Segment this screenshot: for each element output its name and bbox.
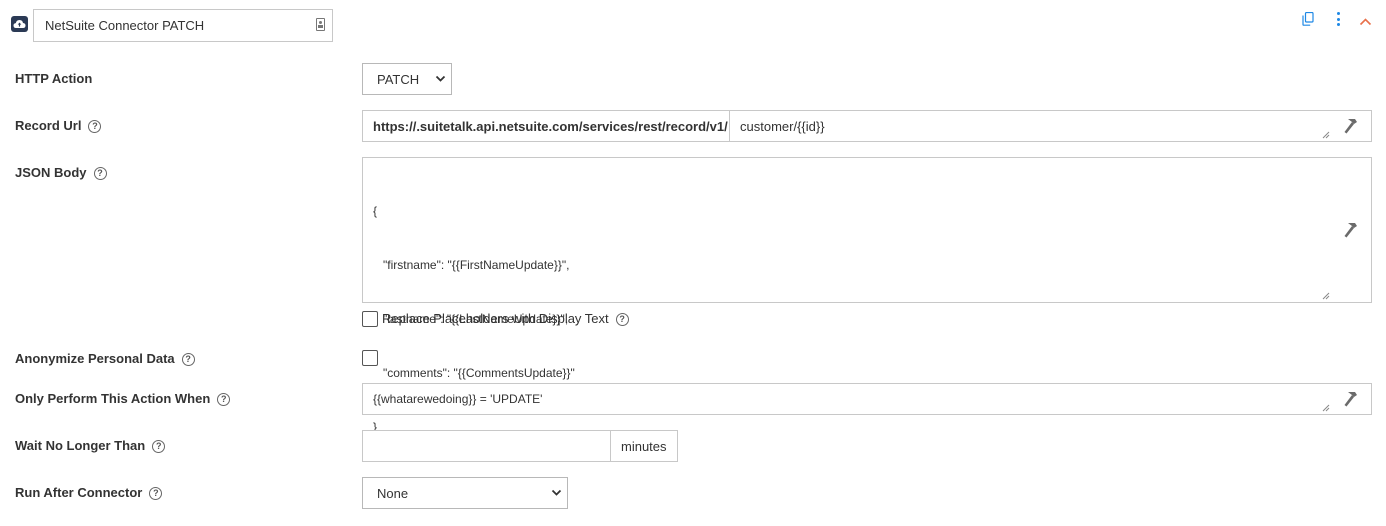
record-url-builder-button[interactable] (1332, 110, 1372, 142)
condition-builder-button[interactable] (1332, 383, 1372, 415)
connector-icon (11, 16, 28, 32)
json-body-label: JSON Body? (15, 165, 107, 181)
chevron-up-icon[interactable] (1359, 14, 1372, 26)
wait-unit-addon: minutes (610, 430, 678, 462)
contact-card-icon[interactable] (316, 18, 325, 31)
record-url-prefix: https://.suitetalk.api.netsuite.com/serv… (362, 110, 730, 142)
json-body-builder-button[interactable] (1332, 157, 1372, 303)
json-body-textarea[interactable]: { "firstname": "{{FirstNameUpdate}}", "l… (362, 157, 1333, 434)
help-icon[interactable]: ? (93, 167, 107, 180)
http-action-label: HTTP Action (15, 71, 93, 86)
json-line: "comments": "{{CommentsUpdate}}" (373, 366, 575, 380)
json-line: "firstname": "{{FirstNameUpdate}}", (373, 258, 570, 272)
http-action-value: PATCH (377, 72, 420, 87)
condition-label: Only Perform This Action When? (15, 391, 231, 407)
resize-handle-icon[interactable] (1322, 131, 1330, 139)
hammer-icon (1344, 223, 1357, 238)
copy-icon[interactable] (1302, 11, 1314, 26)
help-icon[interactable]: ? (149, 487, 163, 500)
help-icon[interactable]: ? (615, 313, 629, 326)
json-line: { (373, 204, 378, 218)
record-url-label: Record Url? (15, 118, 102, 134)
condition-value: {{whatarewedoing}} = 'UPDATE' (373, 392, 543, 406)
replace-placeholders-label: Replace Placeholders with Display Text? (382, 311, 629, 327)
help-icon[interactable]: ? (181, 353, 195, 366)
hammer-icon (1344, 119, 1357, 134)
help-icon[interactable]: ? (88, 120, 102, 133)
anonymize-label: Anonymize Personal Data? (15, 351, 195, 367)
resize-handle-icon[interactable] (1322, 404, 1330, 412)
help-icon[interactable]: ? (152, 440, 166, 453)
wait-input[interactable] (362, 430, 611, 462)
record-url-input[interactable]: customer/{{id}} (729, 110, 1333, 142)
connector-name-input[interactable]: NetSuite Connector PATCH (33, 9, 333, 42)
wait-label: Wait No Longer Than? (15, 438, 166, 454)
run-after-value: None (377, 486, 409, 501)
replace-placeholders-checkbox[interactable] (362, 311, 378, 327)
chevron-down-icon (435, 75, 446, 82)
anonymize-checkbox[interactable] (362, 350, 378, 366)
help-icon[interactable]: ? (217, 393, 231, 406)
hammer-icon (1344, 392, 1357, 407)
record-url-value: customer/{{id}} (740, 119, 825, 134)
run-after-label: Run After Connector? (15, 485, 163, 501)
more-vertical-icon[interactable] (1336, 12, 1340, 26)
http-action-select[interactable]: PATCH (362, 63, 452, 95)
condition-input[interactable]: {{whatarewedoing}} = 'UPDATE' (362, 383, 1333, 415)
resize-handle-icon[interactable] (1322, 292, 1330, 300)
connector-name-value: NetSuite Connector PATCH (45, 18, 205, 33)
chevron-down-icon (551, 489, 562, 496)
run-after-select[interactable]: None (362, 477, 568, 509)
wait-unit: minutes (621, 439, 667, 454)
